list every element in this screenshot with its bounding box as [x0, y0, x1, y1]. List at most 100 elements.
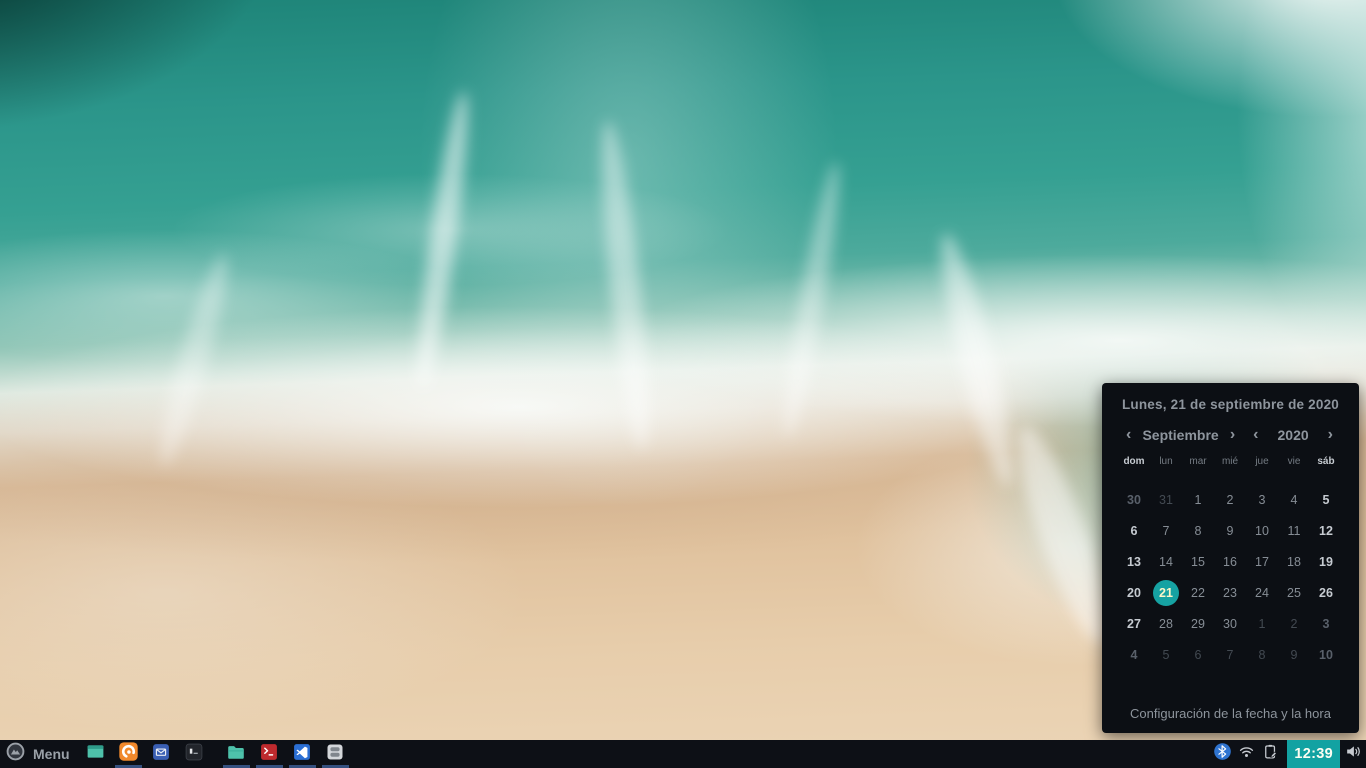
calendar-day[interactable]: 31 [1153, 487, 1179, 513]
calendar-day[interactable]: 17 [1249, 549, 1275, 575]
calendar-day[interactable]: 8 [1249, 642, 1275, 668]
bluetooth-icon [1213, 742, 1232, 766]
calendar-day[interactable]: 10 [1249, 518, 1275, 544]
foam-streak [150, 250, 238, 469]
calendar-day[interactable]: 20 [1121, 580, 1147, 606]
calendar-day[interactable]: 22 [1185, 580, 1211, 606]
next-year-button[interactable]: › [1326, 428, 1335, 442]
calendar-day[interactable]: 25 [1281, 580, 1307, 606]
calendar-day[interactable]: 30 [1217, 611, 1243, 637]
calendar-day[interactable]: 5 [1313, 487, 1339, 513]
calendar-day[interactable]: 2 [1281, 611, 1307, 637]
calendar-day-selected[interactable]: 21 [1153, 580, 1179, 606]
calendar-day[interactable]: 6 [1121, 518, 1147, 544]
calendar-day[interactable]: 4 [1121, 642, 1147, 668]
network-button[interactable] [1234, 740, 1258, 768]
window-stack-button[interactable] [319, 740, 352, 768]
terminal-red-button[interactable] [253, 740, 286, 768]
window-stack-icon [325, 742, 345, 767]
taskbar-panel: Menu [0, 740, 1366, 768]
calendar-day[interactable]: 3 [1313, 611, 1339, 637]
calendar-day[interactable]: 4 [1281, 487, 1307, 513]
calendar-day[interactable]: 1 [1249, 611, 1275, 637]
datetime-settings-link[interactable]: Configuración de la fecha y la hora [1118, 706, 1343, 721]
clock-button[interactable]: 12:39 [1287, 740, 1340, 768]
calendar-day[interactable]: 27 [1121, 611, 1147, 637]
calendar-day[interactable]: 13 [1121, 549, 1147, 575]
weekday-header-row: domlunmarmiéjueviesáb [1118, 456, 1343, 467]
foam-streak [409, 90, 476, 391]
launcher-group-gap [211, 754, 220, 755]
weekday-label: vie [1278, 456, 1310, 467]
calendar-day[interactable]: 24 [1249, 580, 1275, 606]
calendar-day[interactable]: 11 [1281, 518, 1307, 544]
desktop: Lunes, 21 de septiembre de 2020 ‹ Septie… [0, 0, 1366, 768]
calendar-day[interactable]: 9 [1281, 642, 1307, 668]
calendar-day[interactable]: 9 [1217, 518, 1243, 544]
calendar-day[interactable]: 19 [1313, 549, 1339, 575]
calendar-date-title: Lunes, 21 de septiembre de 2020 [1118, 397, 1343, 412]
calendar-day[interactable]: 12 [1313, 518, 1339, 544]
clipboard-edit-button[interactable] [1258, 740, 1282, 768]
calendar-day[interactable]: 14 [1153, 549, 1179, 575]
month-nav: ‹ Septiembre › [1118, 427, 1241, 443]
foam-streak [776, 160, 848, 440]
wifi-icon [1237, 742, 1256, 766]
calendar-day[interactable]: 28 [1153, 611, 1179, 637]
system-tray: 12:39 [1210, 740, 1366, 768]
weekday-label: mié [1214, 456, 1246, 467]
menu-button[interactable]: Menu [0, 740, 79, 768]
calendar-nav: ‹ Septiembre › ‹ 2020 › [1118, 427, 1343, 443]
menu-button-label: Menu [33, 746, 70, 762]
file-manager-folder-icon [225, 741, 247, 768]
speaker-icon [1344, 742, 1363, 766]
calendar-day[interactable]: 7 [1153, 518, 1179, 544]
calendar-day[interactable]: 6 [1185, 642, 1211, 668]
calendar-day[interactable]: 30 [1121, 487, 1147, 513]
calendar-day[interactable]: 3 [1249, 487, 1275, 513]
calendar-day[interactable]: 15 [1185, 549, 1211, 575]
calendar-day[interactable]: 18 [1281, 549, 1307, 575]
distro-mountain-logo-icon [6, 742, 25, 766]
file-manager-button[interactable] [220, 740, 253, 768]
mail-icon [151, 742, 171, 767]
year-nav: ‹ 2020 › [1241, 427, 1343, 443]
show-desktop-icon [85, 741, 106, 767]
calendar-day[interactable]: 16 [1217, 549, 1243, 575]
terminal-red-icon [259, 742, 279, 767]
vscode-button[interactable] [286, 740, 319, 768]
weekday-label: dom [1118, 456, 1150, 467]
vscode-icon [292, 742, 312, 767]
mail-button[interactable] [145, 740, 178, 768]
volume-button[interactable] [1340, 740, 1366, 768]
next-month-button[interactable]: › [1228, 428, 1237, 442]
calendar-day[interactable]: 1 [1185, 487, 1211, 513]
foam-streak [929, 230, 1025, 491]
show-desktop-button[interactable] [79, 740, 112, 768]
weekday-label: lun [1150, 456, 1182, 467]
bluetooth-button[interactable] [1210, 740, 1234, 768]
year-label: 2020 [1278, 427, 1309, 443]
clipboard-edit-icon [1261, 742, 1280, 766]
calendar-day[interactable]: 10 [1313, 642, 1339, 668]
calendar-day[interactable]: 29 [1185, 611, 1211, 637]
firefox-icon [118, 741, 139, 767]
calendar-popup: Lunes, 21 de septiembre de 2020 ‹ Septie… [1102, 383, 1359, 733]
calendar-day-grid: 3031123456789101112131415161718192021222… [1118, 484, 1343, 670]
foam-streak [593, 119, 657, 450]
terminal-dark-icon [184, 742, 204, 767]
prev-year-button[interactable]: ‹ [1251, 428, 1260, 442]
calendar-day[interactable]: 26 [1313, 580, 1339, 606]
weekday-label: mar [1182, 456, 1214, 467]
terminal-button[interactable] [178, 740, 211, 768]
prev-month-button[interactable]: ‹ [1124, 428, 1133, 442]
weekday-label: jue [1246, 456, 1278, 467]
month-label: Septiembre [1142, 427, 1218, 443]
weekday-label: sáb [1310, 456, 1342, 467]
calendar-day[interactable]: 7 [1217, 642, 1243, 668]
calendar-day[interactable]: 8 [1185, 518, 1211, 544]
calendar-day[interactable]: 23 [1217, 580, 1243, 606]
calendar-day[interactable]: 2 [1217, 487, 1243, 513]
firefox-button[interactable] [112, 740, 145, 768]
calendar-day[interactable]: 5 [1153, 642, 1179, 668]
